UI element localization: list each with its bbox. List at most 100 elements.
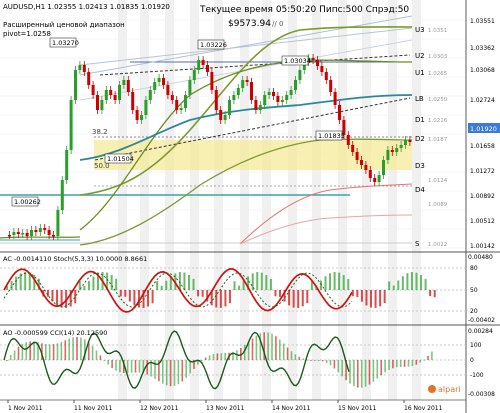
candle — [377, 175, 381, 182]
alpari-logo: alpari — [428, 385, 461, 394]
candle — [320, 66, 324, 72]
candle — [276, 96, 280, 102]
ao-bar — [72, 337, 74, 360]
candle — [47, 230, 51, 235]
ao-bar — [130, 360, 133, 373]
candle — [104, 90, 108, 100]
candle — [118, 85, 121, 100]
ao-bar — [177, 360, 180, 385]
candle — [74, 70, 77, 100]
candle — [82, 65, 86, 72]
ao-bar — [290, 351, 293, 360]
ao-bar — [80, 337, 82, 360]
time-axis-label: 16 Nov 2011 — [404, 405, 443, 412]
price-axis-label: 1.02724 — [470, 97, 495, 104]
candle — [263, 95, 267, 105]
candle — [157, 78, 161, 82]
svg-text:0.00284: 0.00284 — [468, 328, 493, 335]
candle — [390, 150, 394, 152]
ao-bar — [357, 360, 359, 388]
candle — [153, 82, 157, 90]
ac-bar — [342, 275, 345, 290]
candle — [228, 100, 231, 115]
ao-bar — [298, 356, 301, 360]
candle — [148, 90, 152, 100]
svg-text:-0.00308: -0.00308 — [468, 391, 495, 398]
ao-bar — [64, 340, 67, 360]
level-d3: D3 — [415, 162, 425, 170]
time-axis[interactable]: 1 Nov 2011 11 Nov 2011 12 Nov 2011 13 Nov 2… — [7, 400, 443, 412]
ao-bar — [138, 360, 141, 373]
ao-bar — [255, 335, 258, 360]
ao-bar — [76, 336, 78, 360]
ao-bar — [60, 341, 63, 360]
ac-bar — [383, 290, 386, 304]
ac-bar — [133, 290, 136, 306]
ao-bar — [372, 360, 375, 382]
ao-bar — [431, 351, 433, 360]
pivot-title: Расширенный ценовой диапазон — [3, 21, 125, 29]
candle — [126, 80, 130, 92]
candle — [316, 60, 319, 66]
candle — [197, 60, 201, 70]
ao-bar — [325, 360, 328, 363]
price-axis-label: 1.00512 — [470, 218, 495, 225]
candle — [250, 82, 253, 100]
price-axis-label: 1.00142 — [470, 243, 495, 250]
ac-bar — [24, 272, 27, 290]
ao-bar — [56, 343, 59, 360]
candle — [69, 100, 73, 150]
candle — [219, 110, 223, 120]
ao-bar — [208, 355, 211, 360]
price-axis-label: 1.03068 — [470, 67, 495, 74]
ao-bar — [165, 360, 168, 386]
ao-bar — [111, 360, 113, 369]
svg-text:50: 50 — [470, 287, 478, 294]
ac-bar — [115, 278, 118, 290]
ac-bar — [297, 290, 300, 308]
ac-bar — [397, 280, 400, 290]
ao-bar — [154, 360, 156, 379]
ao-bar — [25, 342, 28, 360]
ao-bar — [91, 345, 94, 360]
time-axis-label: 13 Nov 2011 — [206, 405, 245, 412]
ao-bar — [119, 360, 121, 373]
ac-bar — [338, 272, 341, 290]
candle — [254, 100, 258, 110]
candle — [223, 115, 227, 120]
ac-bar — [415, 272, 418, 290]
candle — [87, 72, 91, 85]
candle — [210, 72, 214, 90]
chart-canvas[interactable]: 38.2 50.0 1.03270 1.03226 1.03034 1.0183… — [0, 0, 500, 413]
svg-text:1.0265: 1.0265 — [428, 71, 448, 77]
ac-bar — [151, 290, 154, 304]
candle — [16, 232, 20, 234]
candle — [56, 210, 60, 236]
ao-bar — [173, 360, 176, 386]
price-axis-label: 1.03362 — [470, 45, 495, 52]
ao-bar — [321, 360, 324, 362]
fib-382-label: 38.2 — [92, 128, 108, 136]
ao-bar — [224, 353, 226, 360]
candle — [373, 178, 377, 182]
balance-extra: // 0 — [272, 20, 283, 28]
candle — [294, 80, 297, 90]
candle — [338, 105, 341, 120]
candle — [272, 92, 275, 96]
candle — [351, 145, 355, 152]
ac-bar — [388, 281, 391, 290]
ao-bar — [427, 355, 429, 360]
ao-bar — [9, 355, 12, 360]
annotation-101835: 1.01835 — [318, 132, 345, 140]
ac-bar — [128, 290, 131, 302]
ac-bar — [74, 290, 77, 304]
stoch-axis: 0.00480 80 50 20 -0.00402 — [468, 254, 495, 324]
ao-bar — [392, 360, 394, 369]
candle — [43, 228, 47, 230]
ac-bar — [188, 274, 190, 290]
ac-bar — [228, 290, 231, 304]
ao-bar — [353, 360, 355, 387]
ao-bar — [333, 360, 336, 369]
ao-bar — [310, 359, 312, 361]
ac-bar — [92, 276, 95, 290]
